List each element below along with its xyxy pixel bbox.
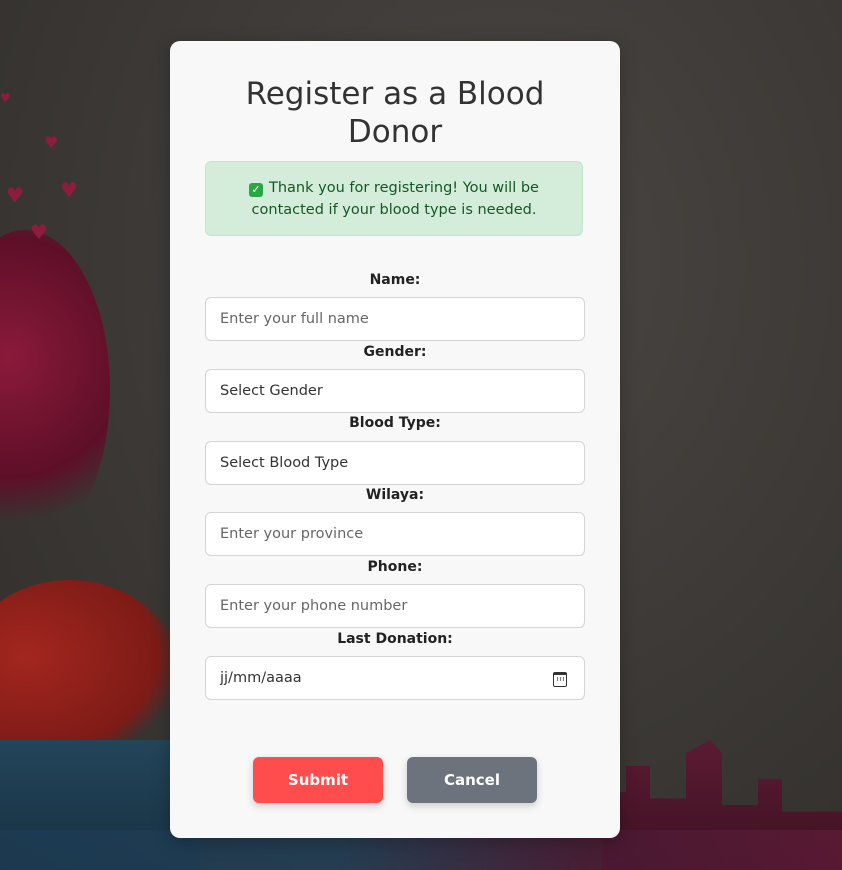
check-square-icon: ✓ (249, 183, 263, 197)
calendar-icon[interactable] (553, 672, 567, 687)
submit-button[interactable]: Submit (253, 757, 383, 803)
gender-label: Gender: (363, 344, 427, 360)
alert-message: Thank you for registering! You will be c… (251, 180, 539, 218)
registration-card: Register as a Blood Donor ✓ Thank you for… (170, 41, 620, 838)
blood-type-label: Blood Type: (349, 415, 441, 431)
gender-select[interactable]: Select Gender (205, 369, 585, 413)
heart-icon: ♥ (60, 178, 78, 202)
blood-type-select-value: Select Blood Type (220, 455, 349, 471)
wilaya-input[interactable] (205, 512, 585, 556)
date-value: jj/mm/aaaa (220, 670, 302, 686)
success-alert: ✓ Thank you for registering! You will be … (205, 161, 583, 236)
blood-type-select[interactable]: Select Blood Type (205, 441, 585, 485)
last-donation-label: Last Donation: (337, 631, 453, 647)
heart-icon: ♥ (0, 91, 11, 105)
heart-icon: ♥ (44, 133, 59, 152)
name-label: Name: (369, 272, 421, 288)
wilaya-label: Wilaya: (365, 487, 425, 503)
heart-icon: ♥ (6, 183, 24, 207)
phone-label: Phone: (367, 559, 423, 575)
gender-select-value: Select Gender (220, 383, 323, 399)
phone-input[interactable] (205, 584, 585, 628)
cancel-button[interactable]: Cancel (407, 757, 537, 803)
name-input[interactable] (205, 297, 585, 341)
page-title: Register as a Blood Donor (245, 76, 545, 150)
last-donation-date-input[interactable]: jj/mm/aaaa (205, 656, 585, 700)
heart-icon: ♥ (30, 220, 48, 244)
